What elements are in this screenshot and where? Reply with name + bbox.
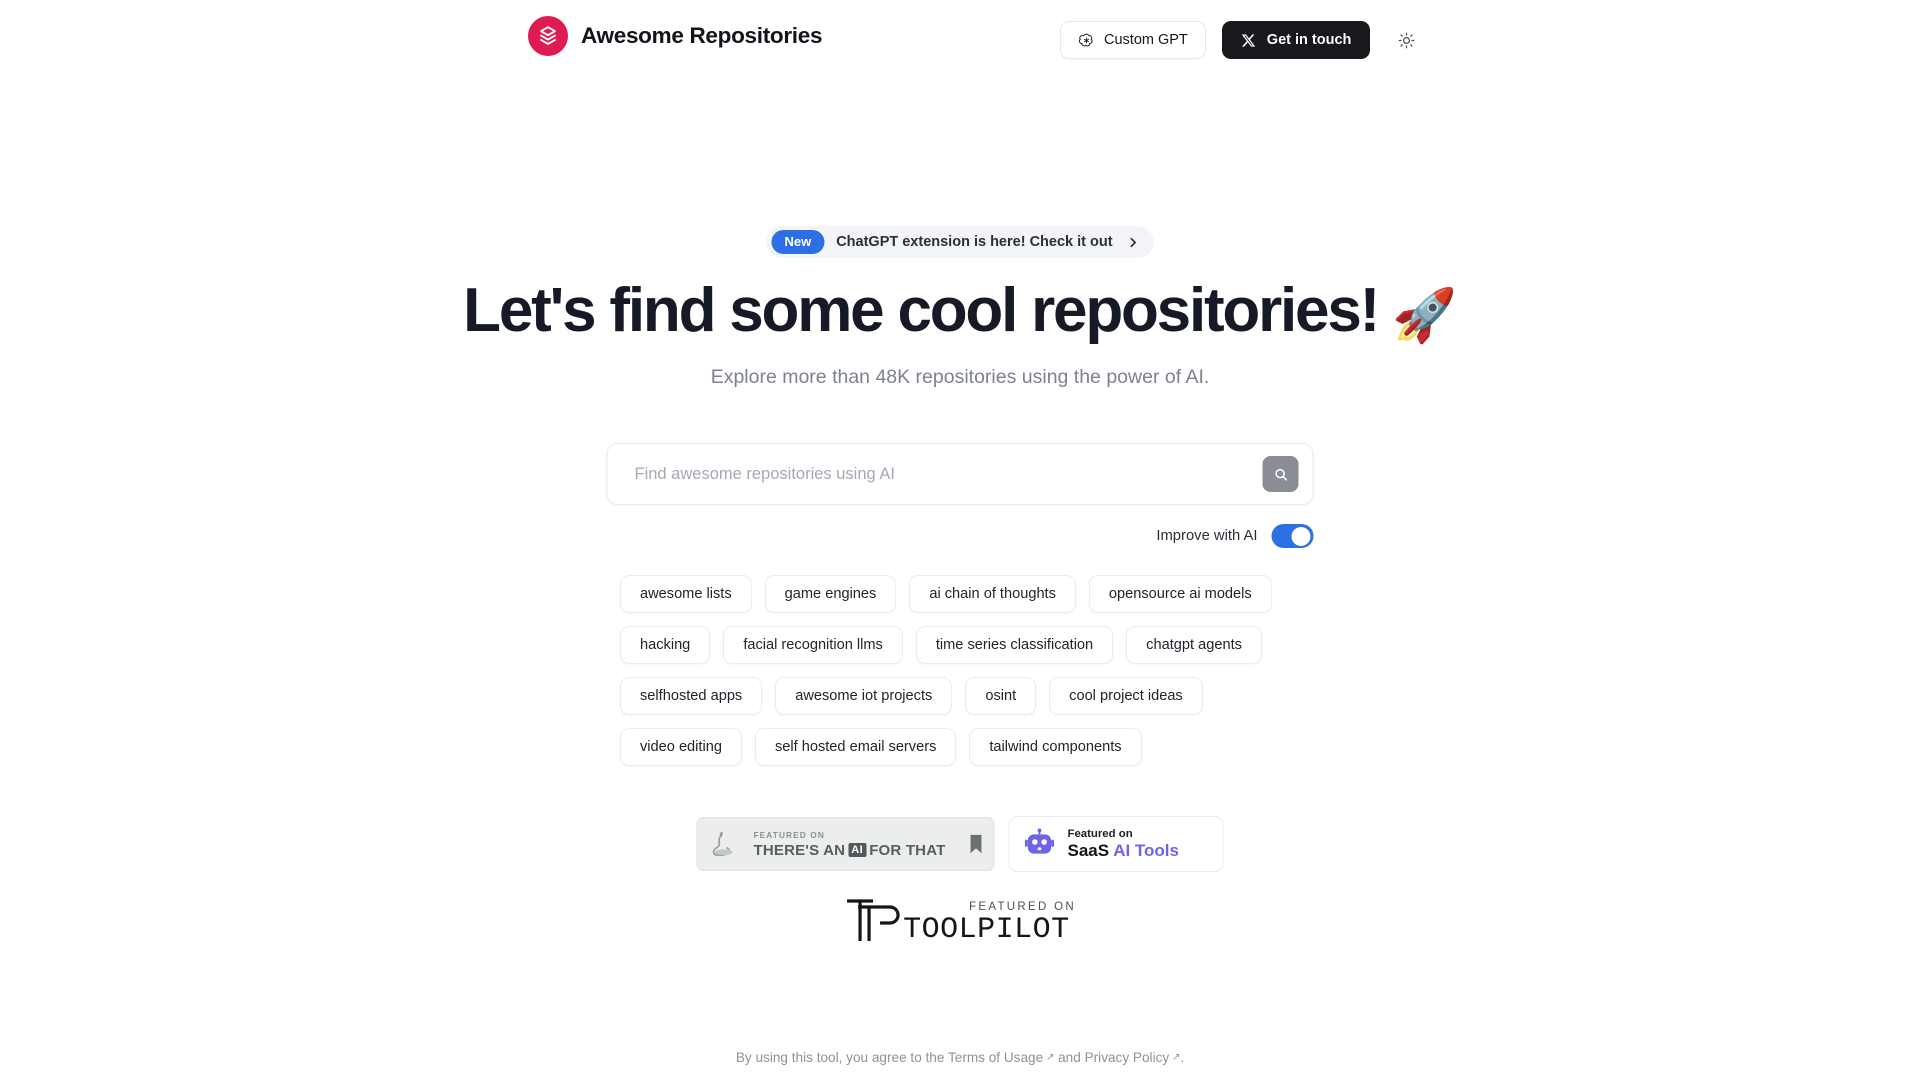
tag-pill[interactable]: self hosted email servers — [754, 728, 957, 766]
taaft-ai-chip: AI — [848, 843, 867, 857]
search-section — [606, 443, 1314, 505]
saas-title-accent: AI Tools — [1113, 840, 1179, 860]
tag-pill[interactable]: selfhosted apps — [620, 677, 763, 715]
tag-pill[interactable]: time series classification — [915, 626, 1114, 664]
tag-pill[interactable]: opensource ai models — [1088, 575, 1272, 613]
page-root: Awesome Repositories Custom GPT Get in t… — [0, 0, 1920, 1080]
site-title: Awesome Repositories — [581, 23, 823, 48]
search-icon — [1273, 467, 1288, 482]
toggle-knob — [1291, 526, 1311, 546]
toolpilot-featured-label: FEATURED ON — [969, 901, 1076, 913]
saas-title-bold: SaaS — [1067, 840, 1110, 860]
taaft-text: FEATURED ON THERE'S AN AI FOR THAT — [754, 830, 946, 859]
toolpilot-tp-icon — [844, 893, 906, 945]
terms-of-usage-link[interactable]: Terms of Usage — [948, 1050, 1043, 1065]
tag-pill[interactable]: tailwind components — [969, 728, 1142, 766]
search-submit-button[interactable] — [1262, 456, 1299, 492]
tag-pill[interactable]: ai chain of thoughts — [909, 575, 1076, 613]
tag-pill[interactable]: osint — [965, 677, 1037, 715]
privacy-policy-link[interactable]: Privacy Policy — [1085, 1050, 1170, 1065]
announcement-banner[interactable]: New ChatGPT extension is here! Check it … — [766, 226, 1154, 258]
footer-suffix: . — [1180, 1050, 1185, 1065]
search-box[interactable] — [606, 443, 1314, 505]
featured-badge-theres-an-ai-for-that[interactable]: FEATURED ON THERE'S AN AI FOR THAT — [696, 817, 995, 871]
tag-pill[interactable]: video editing — [620, 728, 742, 766]
tag-pill[interactable]: facial recognition llms — [723, 626, 903, 664]
get-in-touch-button[interactable]: Get in touch — [1221, 21, 1371, 59]
improve-with-ai-row: Improve with AI — [607, 524, 1314, 548]
toolpilot-name: TOOLPILOT — [903, 913, 1070, 947]
custom-gpt-button[interactable]: Custom GPT — [1060, 21, 1206, 59]
featured-badge-saas-ai-tools[interactable]: Featured on SaaS AI Tools — [1008, 816, 1224, 872]
external-link-arrow-icon: ↗ — [1169, 1052, 1181, 1063]
page-subtitle: Explore more than 48K repositories using… — [710, 366, 1210, 388]
external-link-arrow-icon: ↗ — [1043, 1052, 1055, 1063]
announcement-text: ChatGPT extension is here! Check it out — [836, 234, 1113, 250]
improve-with-ai-label: Improve with AI — [1156, 528, 1258, 544]
header-actions: Custom GPT Get in touch — [1060, 21, 1421, 59]
toolpilot-text: FEATURED ON TOOLPILOT — [903, 901, 1076, 945]
brand-logo-link[interactable]: Awesome Repositories — [528, 16, 822, 56]
improve-with-ai-toggle[interactable] — [1271, 524, 1314, 548]
page-title-text: Let's find some cool repositories! — [463, 276, 1380, 345]
custom-gpt-label: Custom GPT — [1104, 32, 1188, 48]
site-header: Awesome Repositories Custom GPT Get in t… — [0, 0, 1920, 80]
featured-badges-row: FEATURED ON THERE'S AN AI FOR THAT Featu… — [696, 816, 1224, 872]
rocket-emoji: 🚀 — [1392, 287, 1457, 345]
openai-icon — [1078, 32, 1095, 49]
footer-legal: By using this tool, you agree to the Ter… — [0, 1050, 1920, 1065]
footer-middle: and — [1054, 1050, 1085, 1065]
saas-title: SaaS AI Tools — [1068, 841, 1179, 861]
sun-icon — [1398, 32, 1415, 49]
tag-pill[interactable]: game engines — [764, 575, 897, 613]
taaft-title-pre: THERE'S AN — [753, 841, 846, 859]
layers-stack-icon — [528, 16, 568, 56]
robot-icon — [1024, 828, 1056, 860]
suggested-tags: awesome lists game engines ai chain of tho… — [620, 575, 1300, 766]
bookmark-icon — [970, 834, 983, 854]
tag-pill[interactable]: awesome lists — [620, 575, 752, 613]
taaft-mascot-icon — [710, 827, 744, 861]
taaft-title-post: FOR THAT — [869, 841, 946, 859]
chevron-right-icon — [1127, 236, 1140, 249]
search-input[interactable] — [607, 444, 1263, 504]
featured-badge-toolpilot[interactable]: FEATURED ON TOOLPILOT — [844, 893, 1076, 945]
announcement-badge: New — [771, 230, 825, 254]
theme-toggle-button[interactable] — [1391, 25, 1421, 55]
taaft-title: THERE'S AN AI FOR THAT — [754, 842, 946, 859]
taaft-featured-label: FEATURED ON — [753, 829, 825, 840]
tag-pill[interactable]: cool project ideas — [1049, 677, 1203, 715]
footer-prefix: By using this tool, you agree to the — [735, 1050, 948, 1065]
saas-featured-label: Featured on — [1067, 827, 1133, 840]
page-title: Let's find some cool repositories! 🚀 — [0, 278, 1920, 344]
tag-pill[interactable]: awesome iot projects — [775, 677, 953, 715]
x-twitter-icon — [1241, 33, 1256, 48]
saas-text: Featured on SaaS AI Tools — [1068, 828, 1179, 861]
tag-pill[interactable]: hacking — [620, 626, 711, 664]
tag-pill[interactable]: chatgpt agents — [1126, 626, 1262, 664]
get-in-touch-label: Get in touch — [1266, 32, 1352, 48]
